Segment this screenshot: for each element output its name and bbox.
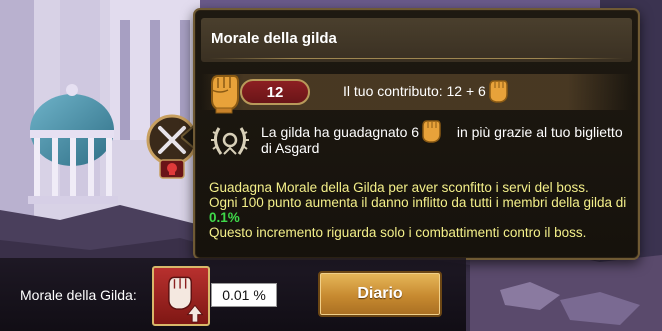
tooltip-header: Morale della gilda [201, 18, 632, 62]
header-divider [209, 58, 624, 59]
raised-fist-icon [489, 80, 508, 103]
guild-morale-tooltip: Morale della gilda 12 Il tuo contributo:… [193, 8, 640, 260]
guild-morale-label: Morale della Gilda: [20, 287, 137, 303]
diario-button[interactable]: Diario [318, 271, 442, 317]
guild-morale-icon-button[interactable] [152, 266, 210, 326]
tooltip-title: Morale della gilda [211, 30, 337, 47]
contribution-count-badge: 12 [240, 79, 310, 105]
asgard-line1-a: La gilda ha guadagnato 6 [261, 124, 420, 140]
contribution-label: Il tuo contributo: 12 + 6 [343, 83, 486, 99]
asgard-line2: di Asgard [261, 140, 320, 156]
guild-morale-value: 0.01 % [211, 283, 277, 307]
morale-description: Guadagna Morale della Gilda per aver sco… [209, 180, 639, 240]
asgard-line1-b: in più grazie al tuo biglietto [456, 124, 623, 140]
raised-fist-icon [211, 75, 239, 114]
asgard-bonus-text: La gilda ha guadagnato 6 in più grazie a… [261, 124, 631, 156]
description-line3: Questo incremento riguarda solo i combat… [209, 225, 587, 240]
description-line2: Ogni 100 punto aumenta il danno inflitto… [209, 195, 627, 210]
bonus-percent: 0.1% [209, 210, 240, 225]
description-line1: Guadagna Morale della Gilda per aver sco… [209, 180, 589, 195]
asgard-laurel-icon [211, 127, 249, 155]
fist-up-arrow-icon [168, 276, 204, 323]
raised-fist-icon [422, 120, 441, 143]
